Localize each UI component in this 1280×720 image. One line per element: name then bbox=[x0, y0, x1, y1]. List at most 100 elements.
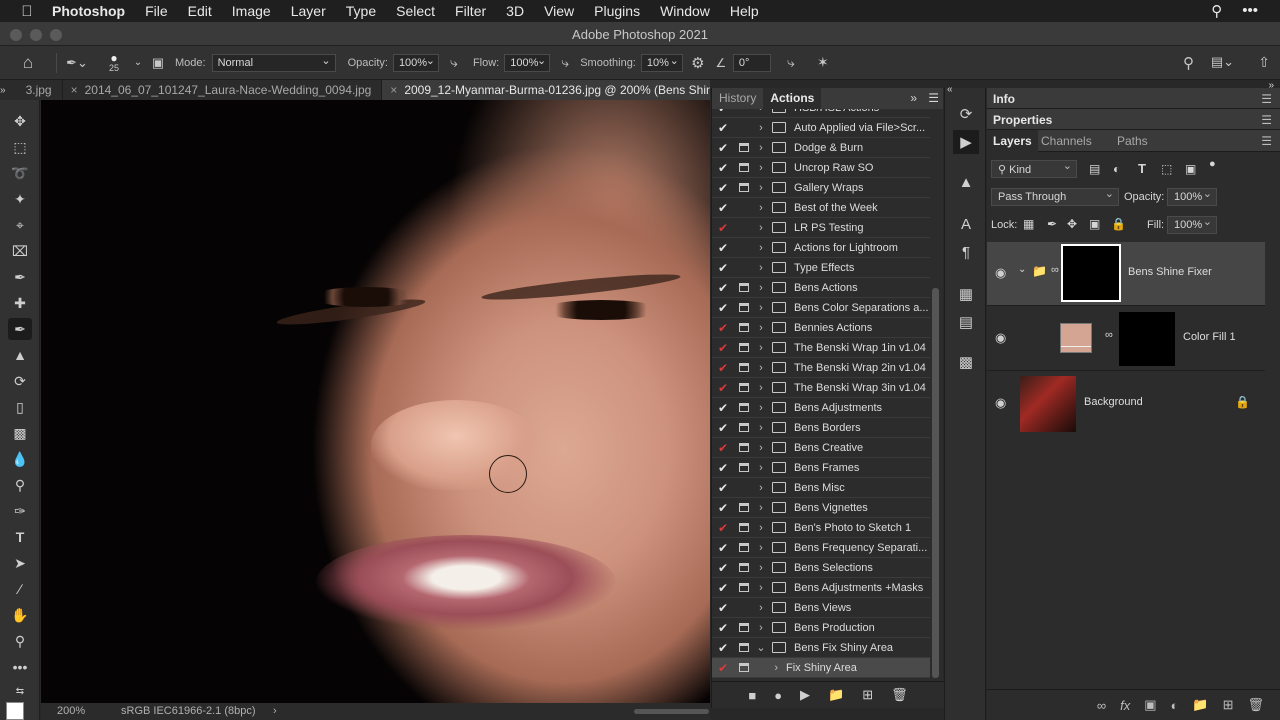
dialog-toggle-icon[interactable] bbox=[734, 618, 754, 638]
healing-brush-tool-icon[interactable]: ✚ bbox=[8, 292, 32, 314]
search-icon[interactable]: ⚲ bbox=[1183, 54, 1194, 72]
brush-settings-icon[interactable]: ▣ bbox=[145, 55, 171, 71]
toggle-check-icon[interactable]: ✔ bbox=[712, 261, 734, 275]
pen-tool-icon[interactable]: ✑ bbox=[8, 500, 32, 522]
action-set[interactable]: ✔ › Bens Borders bbox=[712, 418, 930, 438]
menu-select[interactable]: Select bbox=[386, 3, 445, 19]
layer-thumbnail[interactable] bbox=[1020, 376, 1076, 432]
toggle-check-icon[interactable]: ✔ bbox=[712, 381, 734, 395]
chevron-right-icon[interactable]: › bbox=[754, 602, 768, 614]
new-set-icon[interactable]: 📁 bbox=[828, 687, 844, 703]
panel-menu-icon[interactable]: ☰ bbox=[928, 91, 939, 105]
chevron-right-icon[interactable]: › bbox=[754, 662, 782, 674]
link-layers-icon[interactable]: ∞ bbox=[1097, 698, 1106, 713]
chevron-right-icon[interactable]: › bbox=[754, 362, 768, 374]
toggle-check-icon[interactable]: ✔ bbox=[712, 641, 734, 655]
apple-icon[interactable]:  bbox=[12, 3, 42, 20]
toggle-check-icon[interactable]: ✔ bbox=[712, 201, 734, 215]
dialog-toggle-icon[interactable] bbox=[734, 398, 754, 418]
toggle-check-icon[interactable]: ✔ bbox=[712, 341, 734, 355]
dialog-toggle-icon[interactable] bbox=[734, 258, 754, 278]
tab-layers[interactable]: Layers bbox=[987, 130, 1038, 152]
swap-colors-icon[interactable]: ⇆ bbox=[8, 680, 32, 702]
workspace-icon[interactable]: ▤⌄ bbox=[1211, 54, 1234, 70]
dialog-toggle-icon[interactable] bbox=[734, 338, 754, 358]
action-set[interactable]: ✔ › LR PS Testing bbox=[712, 218, 930, 238]
lasso-tool-icon[interactable]: ➰ bbox=[8, 162, 32, 184]
dialog-toggle-icon[interactable] bbox=[734, 518, 754, 538]
action-set[interactable]: ✔ › Bens Misc bbox=[712, 478, 930, 498]
gear-icon[interactable]: ⚙ bbox=[683, 54, 713, 72]
chevron-right-icon[interactable]: › bbox=[754, 322, 768, 334]
toggle-check-icon[interactable]: ✔ bbox=[712, 581, 734, 595]
chevron-right-icon[interactable]: › bbox=[754, 442, 768, 454]
action-set[interactable]: ✔ › Bennies Actions bbox=[712, 318, 930, 338]
filter-adjustment-icon[interactable]: ◐ bbox=[1113, 162, 1120, 176]
chevron-right-icon[interactable]: › bbox=[754, 262, 768, 274]
chevron-right-icon[interactable]: › bbox=[754, 482, 768, 494]
new-action-icon[interactable]: ⊞ bbox=[862, 687, 873, 703]
close-icon[interactable]: × bbox=[390, 83, 397, 97]
layer-mask-thumbnail[interactable] bbox=[1119, 312, 1175, 366]
layer-row[interactable]: ◉ ∞ Color Fill 1 bbox=[987, 307, 1265, 371]
dialog-toggle-icon[interactable] bbox=[734, 318, 754, 338]
dialog-toggle-icon[interactable] bbox=[734, 598, 754, 618]
toggle-check-icon[interactable]: ✔ bbox=[712, 521, 734, 535]
chevron-right-icon[interactable]: › bbox=[754, 182, 768, 194]
lock-all-icon[interactable]: 🔒 bbox=[1111, 217, 1126, 231]
zoom-level[interactable]: 200% bbox=[57, 705, 85, 717]
chevron-right-icon[interactable]: › bbox=[754, 202, 768, 214]
doc-tab[interactable]: × 2014_06_07_101247_Laura-Nace-Wedding_00… bbox=[62, 80, 383, 100]
dialog-toggle-icon[interactable] bbox=[734, 298, 754, 318]
history-brush-tool-icon[interactable]: ⟳ bbox=[8, 370, 32, 392]
action-set[interactable]: ✔ › Bens Color Separations a... bbox=[712, 298, 930, 318]
opacity-field[interactable]: 100% ⌄ bbox=[392, 53, 439, 72]
dialog-toggle-icon[interactable] bbox=[734, 478, 754, 498]
crop-tool-icon[interactable]: ⌖ bbox=[8, 214, 32, 236]
action-set[interactable]: ✔ › Gallery Wraps bbox=[712, 178, 930, 198]
doc-tab[interactable]: 3.jpg bbox=[5, 80, 63, 100]
chevron-right-icon[interactable]: › bbox=[754, 382, 768, 394]
dialog-toggle-icon[interactable] bbox=[734, 458, 754, 478]
fill-field[interactable]: 100% bbox=[1167, 215, 1217, 234]
menu-type[interactable]: Type bbox=[336, 3, 386, 19]
airbrush-icon[interactable]: ⤷ bbox=[550, 54, 580, 71]
layer-name[interactable]: Color Fill 1 bbox=[1183, 331, 1236, 343]
libraries-panel-icon[interactable]: ▦ bbox=[953, 282, 979, 306]
dialog-toggle-icon[interactable] bbox=[734, 198, 754, 218]
flow-field[interactable]: 100% ⌄ bbox=[504, 53, 551, 72]
quick-select-tool-icon[interactable]: ✦ bbox=[8, 188, 32, 210]
toggle-check-icon[interactable]: ✔ bbox=[712, 661, 734, 675]
properties-panel-header[interactable]: Properties ☰ bbox=[987, 109, 1280, 130]
dialog-toggle-icon[interactable] bbox=[734, 218, 754, 238]
chevron-right-icon[interactable]: › bbox=[754, 342, 768, 354]
action-set[interactable]: ✔ › Bens Adjustments bbox=[712, 398, 930, 418]
angle-field[interactable]: 0° bbox=[732, 53, 771, 72]
pressure-size-icon[interactable]: ⤷ bbox=[771, 54, 811, 71]
chevron-right-icon[interactable]: › bbox=[754, 242, 768, 254]
toggle-check-icon[interactable]: ✔ bbox=[712, 321, 734, 335]
toggle-check-icon[interactable]: ✔ bbox=[712, 621, 734, 635]
move-tool-icon[interactable]: ✥ bbox=[8, 110, 32, 132]
chevron-right-icon[interactable]: › bbox=[273, 705, 277, 717]
lock-artboard-icon[interactable]: ▣ bbox=[1089, 217, 1100, 231]
chevron-down-icon[interactable]: ⌄ bbox=[1018, 264, 1026, 275]
toggle-check-icon[interactable]: ✔ bbox=[712, 561, 734, 575]
dialog-toggle-icon[interactable] bbox=[734, 638, 754, 658]
menu-layer[interactable]: Layer bbox=[281, 3, 336, 19]
menu-file[interactable]: File bbox=[135, 3, 178, 19]
action-set[interactable]: ✔ › Bens Vignettes bbox=[712, 498, 930, 518]
filter-toggle-icon[interactable]: ● bbox=[1209, 158, 1216, 170]
vertical-scrollbar[interactable] bbox=[932, 288, 939, 678]
eye-icon[interactable]: ◉ bbox=[995, 265, 1006, 281]
chevron-right-icon[interactable]: › bbox=[754, 402, 768, 414]
symmetry-icon[interactable]: ✶ bbox=[811, 54, 835, 71]
panel-menu-icon[interactable]: ☰ bbox=[1261, 134, 1272, 148]
layer-opacity-field[interactable]: 100% bbox=[1167, 187, 1217, 206]
action-set[interactable]: ✔ › Bens Frequency Separati... bbox=[712, 538, 930, 558]
add-mask-icon[interactable]: ▣ bbox=[1144, 697, 1156, 713]
edit-toolbar-icon[interactable]: ••• bbox=[8, 656, 32, 678]
toggle-check-icon[interactable]: ✔ bbox=[712, 601, 734, 615]
smoothing-field[interactable]: 10% ⌄ bbox=[640, 53, 683, 72]
stop-icon[interactable]: ■ bbox=[748, 688, 756, 703]
